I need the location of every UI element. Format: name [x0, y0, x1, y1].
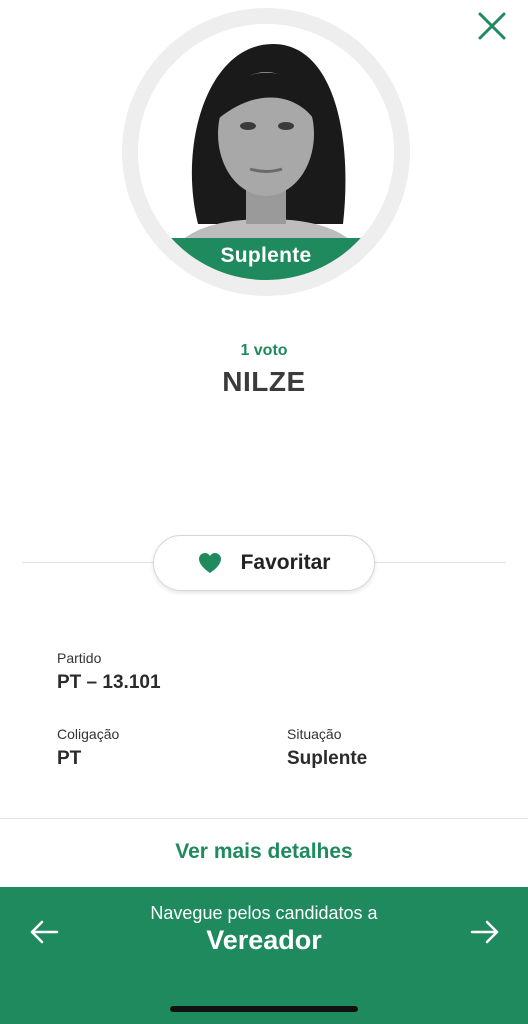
candidate-name: NILZE	[222, 366, 306, 397]
favorite-button[interactable]: Favoritar	[153, 535, 375, 591]
close-icon	[478, 12, 506, 40]
more-details-link[interactable]: Ver mais detalhes	[0, 840, 528, 864]
status-badge: Suplente	[138, 238, 394, 280]
navigation-subtitle: Navegue pelos candidatos a	[150, 903, 378, 923]
vote-count: 1 voto	[240, 342, 288, 359]
avatar: Suplente	[138, 24, 394, 280]
coligacao-label: Coligação	[57, 726, 120, 742]
next-candidate-button[interactable]	[470, 919, 500, 945]
situacao-value: Suplente	[287, 748, 368, 769]
situacao-label: Situação	[287, 726, 342, 742]
partido-value: PT – 13.101	[57, 672, 161, 693]
heart-icon	[198, 552, 222, 574]
arrow-right-icon	[470, 920, 499, 944]
navigation-title: Vereador	[206, 925, 322, 955]
divider	[0, 818, 528, 819]
candidate-screen: Suplente 1 voto NILZE Favoritar Partido …	[0, 0, 528, 1024]
close-button[interactable]	[476, 10, 508, 42]
favorite-label: Favoritar	[240, 551, 331, 574]
coligacao-value: PT	[57, 748, 82, 769]
avatar-frame: Suplente	[122, 8, 410, 296]
home-indicator[interactable]	[170, 1006, 358, 1012]
partido-label: Partido	[57, 650, 102, 666]
candidate-navigation-bar: Navegue pelos candidatos a Vereador	[0, 887, 528, 1024]
